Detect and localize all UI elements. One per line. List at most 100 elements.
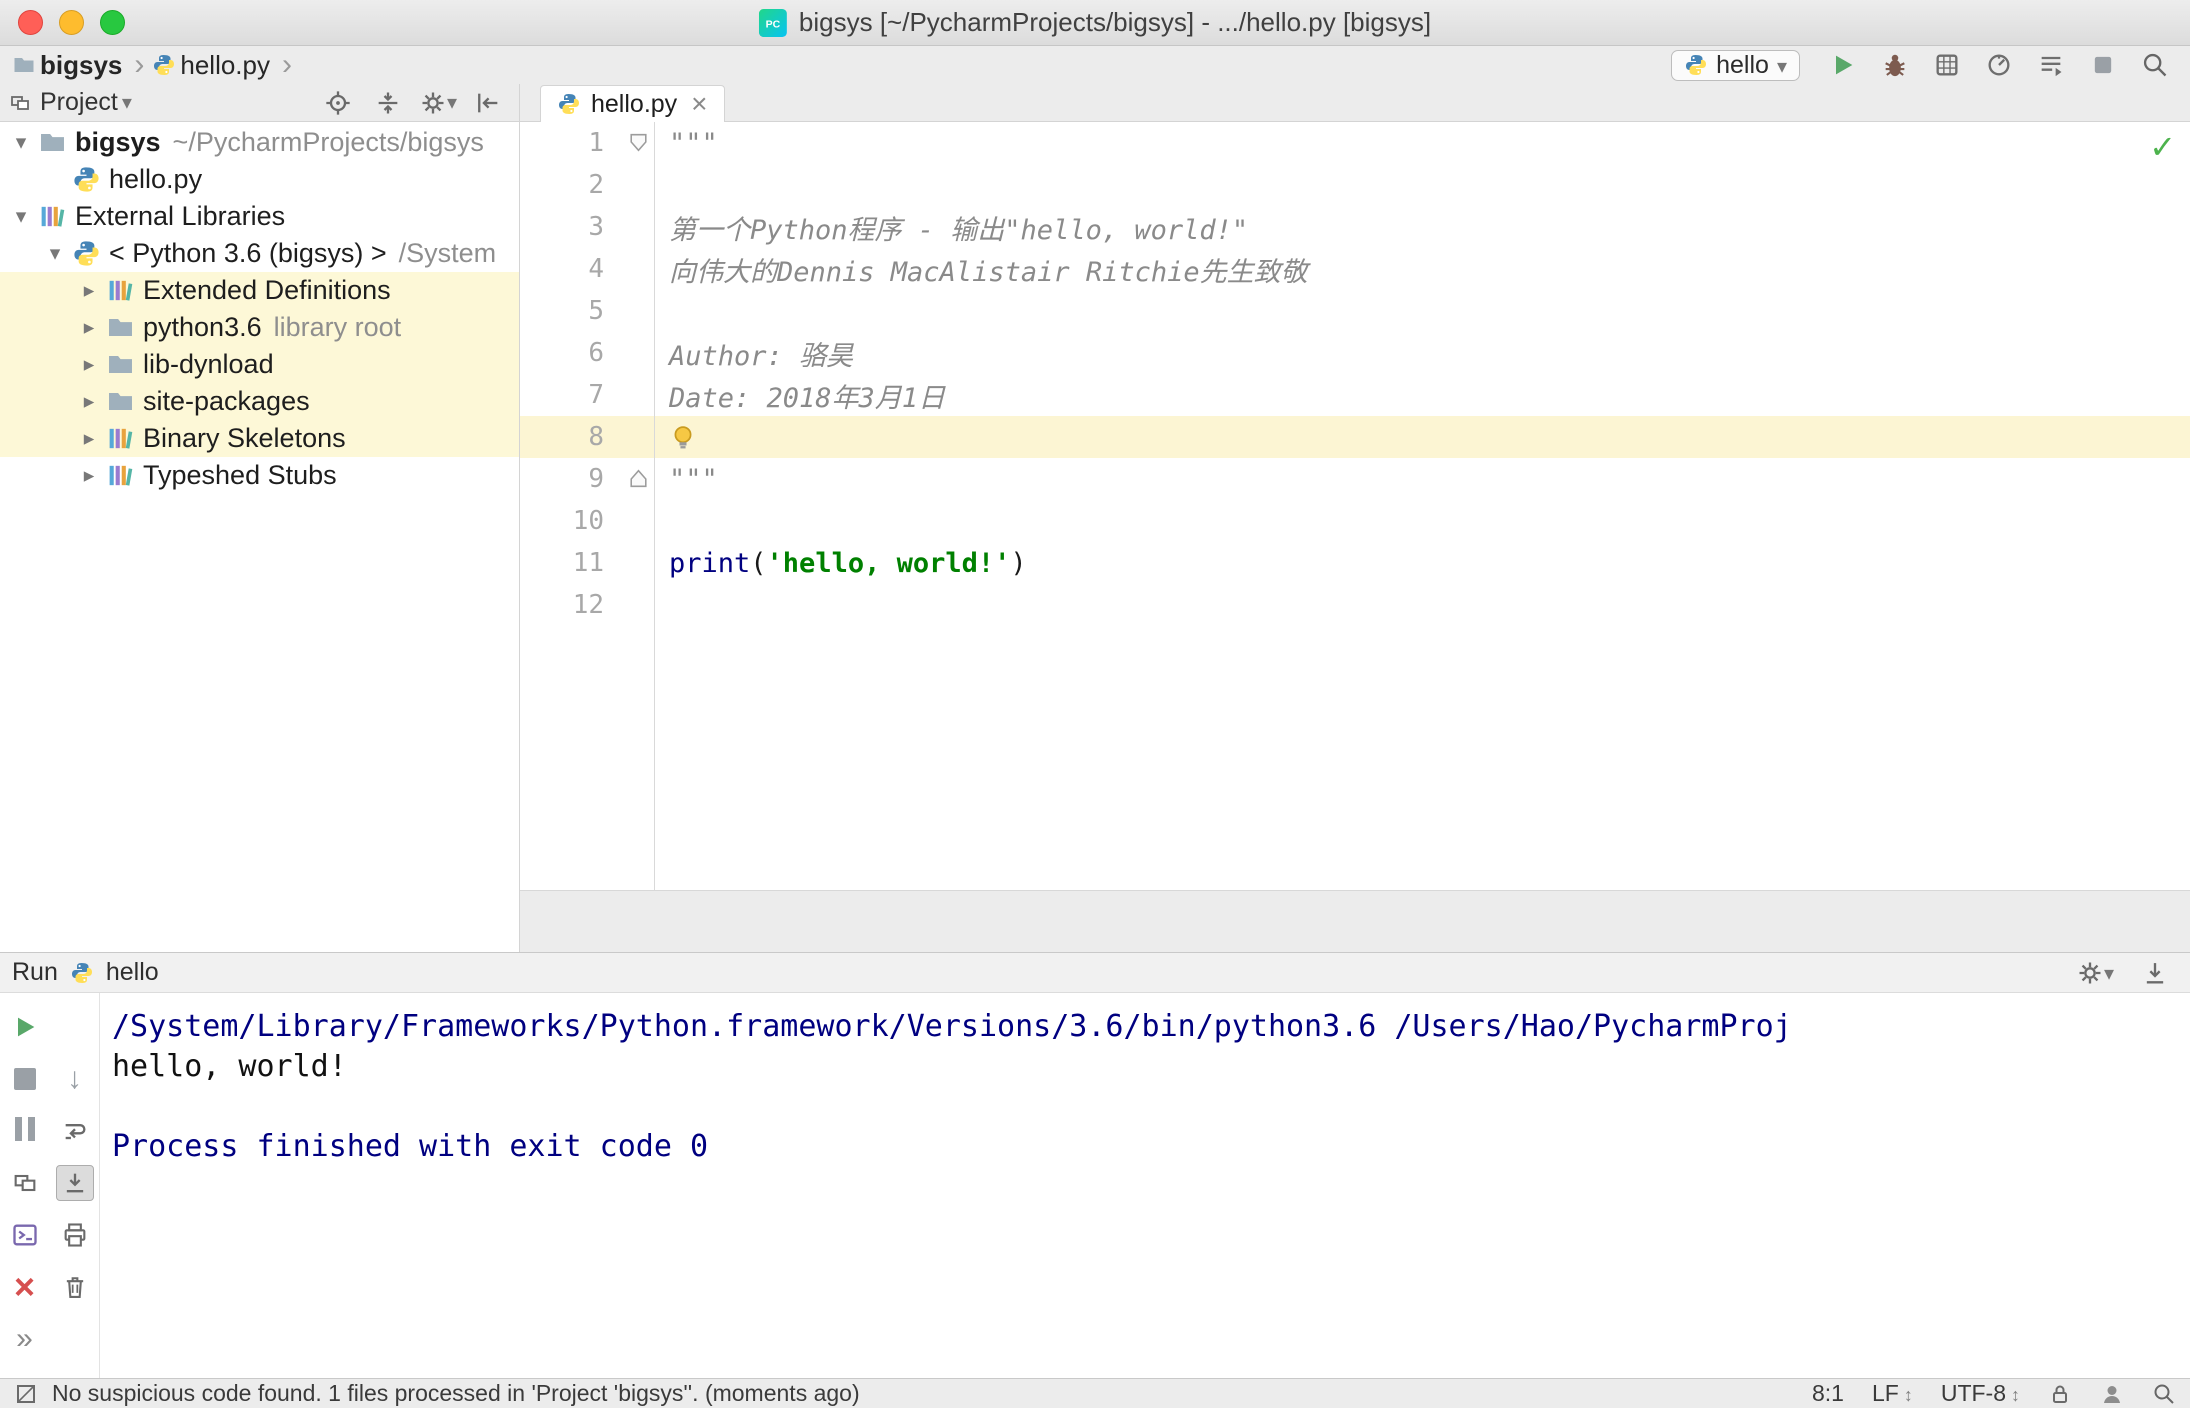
code-line[interactable]: 12 <box>520 584 2190 626</box>
collapse-all-button[interactable] <box>365 86 411 120</box>
code-line-current[interactable]: 8 <box>520 416 2190 458</box>
code-line[interactable]: 1 """ <box>520 122 2190 164</box>
stop-button[interactable] <box>2080 48 2126 82</box>
chevron-right-icon[interactable] <box>76 426 102 451</box>
line-number[interactable]: 11 <box>520 548 604 578</box>
close-icon[interactable] <box>687 88 707 120</box>
python-prompt-button[interactable] <box>6 1217 44 1253</box>
select-opened-file-button[interactable] <box>315 86 361 120</box>
line-number[interactable]: 1 <box>520 128 604 158</box>
chevron-down-icon[interactable] <box>8 204 34 229</box>
line-number[interactable]: 12 <box>520 590 604 620</box>
run-button[interactable] <box>1820 48 1866 82</box>
tree-item-hello-py[interactable]: hello.py <box>0 161 519 198</box>
code-text: Date: 2018年3月1日 <box>669 382 946 414</box>
chevron-right-icon[interactable] <box>76 463 102 488</box>
chevron-right-icon[interactable] <box>76 315 102 340</box>
breadcrumb-item-project[interactable]: bigsys <box>40 50 122 81</box>
tree-item-project-root[interactable]: bigsys ~/PycharmProjects/bigsys <box>0 124 519 161</box>
tree-item-site-packages[interactable]: site-packages <box>0 383 519 420</box>
profiler-button[interactable] <box>1976 48 2022 82</box>
hide-panel-button[interactable] <box>2132 956 2178 990</box>
fold-start-icon[interactable] <box>626 130 651 155</box>
code-line[interactable]: 9 """ <box>520 458 2190 500</box>
search-everywhere-button[interactable] <box>2132 48 2178 82</box>
breadcrumb-item-file[interactable]: hello.py <box>180 50 270 81</box>
clear-all-button[interactable] <box>56 1269 94 1305</box>
editor-empty-area[interactable] <box>520 626 2190 890</box>
zoom-window-button[interactable] <box>100 10 125 35</box>
print-button[interactable] <box>56 1217 94 1253</box>
tree-item-lib-dynload[interactable]: lib-dynload <box>0 346 519 383</box>
lock-icon[interactable] <box>2048 1382 2072 1406</box>
chevron-right-icon[interactable] <box>76 352 102 377</box>
scroll-to-end-button[interactable] <box>55 1165 94 1201</box>
settings-button[interactable] <box>2072 956 2118 990</box>
project-panel-title[interactable]: Project <box>40 88 118 117</box>
code-line[interactable]: 2 <box>520 164 2190 206</box>
tree-item-python-sdk[interactable]: < Python 3.6 (bigsys) > /System <box>0 235 519 272</box>
pause-output-button[interactable] <box>6 1113 44 1149</box>
run-toolbar: hello <box>1671 48 2178 82</box>
tab-hello-py[interactable]: hello.py <box>540 85 725 122</box>
code-line[interactable]: 6 Author: 骆昊 <box>520 332 2190 374</box>
line-number[interactable]: 9 <box>520 464 604 494</box>
chevron-down-icon[interactable] <box>122 90 132 115</box>
library-icon <box>106 424 135 453</box>
run-panel-title[interactable]: Run <box>12 958 58 987</box>
gutter[interactable]: 9 <box>520 458 655 500</box>
fold-end-icon[interactable] <box>626 466 651 491</box>
search-icon[interactable] <box>2152 1382 2176 1406</box>
code-text: """ <box>669 463 718 495</box>
soft-wrap-button[interactable] <box>56 1113 94 1149</box>
code-editor[interactable]: 1 """ 2 3 第一个Python程序 - 输出"hello, world!… <box>520 122 2190 952</box>
tree-item-external-libraries[interactable]: External Libraries <box>0 198 519 235</box>
code-line[interactable]: 3 第一个Python程序 - 输出"hello, world!" <box>520 206 2190 248</box>
rerun-button[interactable] <box>6 1009 44 1045</box>
inspections-widget-icon[interactable] <box>14 1382 38 1406</box>
tree-item-binary-skeletons[interactable]: Binary Skeletons <box>0 420 519 457</box>
code-line[interactable]: 10 <box>520 500 2190 542</box>
line-number[interactable]: 4 <box>520 254 604 284</box>
gutter[interactable]: 1 <box>520 122 655 164</box>
tree-item-python36-root[interactable]: python3.6 library root <box>0 309 519 346</box>
tree-item-extended-definitions[interactable]: Extended Definitions <box>0 272 519 309</box>
line-separator-widget[interactable]: LF <box>1872 1380 1913 1407</box>
intention-bulb-icon[interactable] <box>669 423 697 451</box>
line-number[interactable]: 3 <box>520 212 604 242</box>
run-manage-button[interactable] <box>2028 48 2074 82</box>
run-config-name[interactable]: hello <box>106 958 159 987</box>
inspector-profile-icon[interactable] <box>2100 1382 2124 1406</box>
line-number[interactable]: 6 <box>520 338 604 368</box>
code-line[interactable]: 7 Date: 2018年3月1日 <box>520 374 2190 416</box>
coverage-button[interactable] <box>1924 48 1970 82</box>
close-window-button[interactable] <box>18 10 43 35</box>
code-line[interactable]: 5 <box>520 290 2190 332</box>
tree-item-typeshed-stubs[interactable]: Typeshed Stubs <box>0 457 519 494</box>
line-number[interactable]: 8 <box>520 422 604 452</box>
chevron-right-icon[interactable] <box>76 278 102 303</box>
close-tab-button[interactable] <box>6 1269 44 1305</box>
chevron-down-icon[interactable] <box>8 130 34 155</box>
code-line[interactable]: 4 向伟大的Dennis MacAlistair Ritchie先生致敬 <box>520 248 2190 290</box>
line-number[interactable]: 10 <box>520 506 604 536</box>
chevron-down-icon[interactable] <box>42 241 68 266</box>
chevron-right-icon[interactable] <box>76 389 102 414</box>
console-output[interactable]: /System/Library/Frameworks/Python.framew… <box>100 993 2190 1378</box>
hide-panel-button[interactable] <box>465 86 511 120</box>
code-line[interactable]: 11 print('hello, world!') <box>520 542 2190 584</box>
encoding-widget[interactable]: UTF-8 <box>1941 1380 2020 1407</box>
minimize-window-button[interactable] <box>59 10 84 35</box>
inspections-ok-icon[interactable] <box>2149 128 2176 166</box>
down-stack-trace-button[interactable] <box>56 1061 94 1097</box>
more-actions-button[interactable] <box>6 1321 44 1357</box>
restore-layout-button[interactable] <box>6 1165 44 1201</box>
settings-button[interactable] <box>415 86 461 120</box>
line-number[interactable]: 2 <box>520 170 604 200</box>
stop-process-button[interactable] <box>6 1061 44 1097</box>
line-number[interactable]: 5 <box>520 296 604 326</box>
debug-button[interactable] <box>1872 48 1918 82</box>
caret-position-widget[interactable]: 8:1 <box>1812 1380 1844 1407</box>
line-number[interactable]: 7 <box>520 380 604 410</box>
run-config-selector[interactable]: hello <box>1671 49 1800 81</box>
